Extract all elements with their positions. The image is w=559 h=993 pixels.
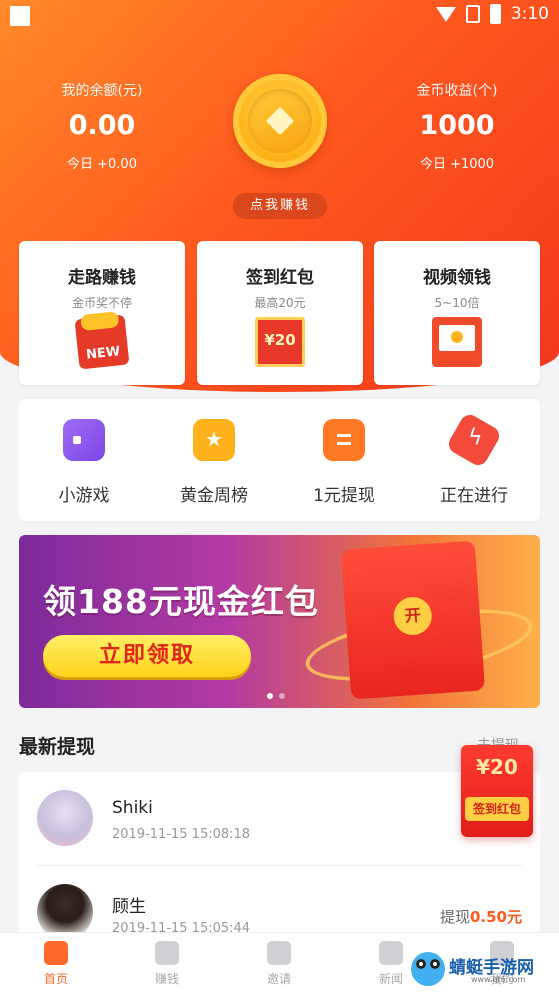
watermark-site: www.qt6.com bbox=[471, 975, 526, 984]
coin-income-today: 今日 +1000 bbox=[419, 157, 495, 172]
banner-headline: 领188元现金红包 bbox=[43, 582, 319, 621]
quick-links-panel: 小游戏 黄金周榜 1元提现 正在进行 bbox=[19, 399, 540, 521]
packet-label: 签到红包 bbox=[465, 797, 529, 821]
gold-coin-button[interactable] bbox=[233, 74, 327, 168]
dragonfly-logo-icon bbox=[411, 952, 445, 986]
user-name: Shiki bbox=[112, 798, 153, 818]
avatar bbox=[37, 790, 93, 846]
lightning-icon bbox=[445, 411, 503, 469]
carousel-indicator[interactable] bbox=[267, 693, 285, 699]
status-bar: 3:10 bbox=[0, 0, 559, 34]
notification-icon bbox=[10, 6, 30, 26]
quick-link-label: 正在进行 bbox=[440, 486, 508, 506]
floating-signin-red-packet[interactable]: ¥20 签到红包 bbox=[461, 745, 533, 837]
quick-link-games[interactable]: 小游戏 bbox=[29, 419, 139, 506]
task-title: 签到红包 bbox=[246, 268, 314, 288]
balance-block[interactable]: 我的余额(元) 0.00 今日 +0.00 bbox=[2, 80, 202, 172]
coin-icon bbox=[248, 89, 312, 153]
latest-withdrawals-title: 最新提现 bbox=[19, 736, 96, 758]
tab-home[interactable]: 首页 bbox=[26, 941, 86, 987]
tab-label: 首页 bbox=[43, 972, 68, 986]
packet-amount: ¥20 bbox=[476, 755, 518, 779]
home-icon bbox=[44, 941, 68, 965]
tab-label: 赚钱 bbox=[154, 972, 179, 986]
video-reward-icon bbox=[432, 317, 482, 367]
user-name: 顾生 bbox=[112, 897, 146, 917]
withdraw-time: 2019-11-15 15:08:18 bbox=[112, 827, 251, 842]
quick-link-in-progress[interactable]: 正在进行 bbox=[419, 411, 529, 506]
balance-value: 0.00 bbox=[68, 110, 136, 141]
quick-link-label: 1元提现 bbox=[313, 486, 375, 506]
medal-icon bbox=[193, 419, 235, 461]
tab-earn[interactable]: 赚钱 bbox=[137, 941, 197, 987]
task-subtitle: 最高20元 bbox=[254, 296, 306, 310]
task-title: 走路赚钱 bbox=[68, 268, 136, 288]
task-card-video[interactable]: 视频领钱 5~10倍 bbox=[374, 241, 540, 385]
status-time: 3:10 bbox=[510, 4, 549, 24]
quick-link-label: 小游戏 bbox=[58, 486, 110, 506]
earn-money-button[interactable]: 点我赚钱 bbox=[233, 193, 327, 219]
red-envelope-illustration: 开 bbox=[340, 540, 486, 700]
task-badge: ¥20 bbox=[264, 331, 296, 349]
task-subtitle: 5~10倍 bbox=[434, 296, 480, 310]
claim-now-button[interactable]: 立即领取 bbox=[43, 635, 251, 677]
diamond-icon bbox=[265, 106, 295, 136]
no-sim-icon bbox=[465, 5, 480, 23]
quick-link-weekly-ranking[interactable]: 黄金周榜 bbox=[159, 419, 269, 506]
invite-icon bbox=[267, 941, 291, 965]
list-item[interactable]: 顾生 2019-11-15 15:05:44 提现0.50元 bbox=[19, 866, 540, 942]
status-icons: 3:10 bbox=[435, 4, 549, 24]
promo-banner[interactable]: 开 领188元现金红包 立即领取 bbox=[19, 535, 540, 708]
coin-income-label: 金币收益(个) bbox=[416, 83, 498, 99]
task-title: 视频领钱 bbox=[423, 268, 491, 288]
quick-link-withdraw[interactable]: 1元提现 bbox=[289, 419, 399, 506]
balance-label: 我的余额(元) bbox=[61, 83, 143, 99]
carousel-dot[interactable] bbox=[279, 693, 285, 699]
tab-label: 邀请 bbox=[266, 972, 291, 986]
gamepad-icon bbox=[63, 419, 105, 461]
new-red-packet-icon: NEW bbox=[74, 311, 130, 370]
ticket-icon bbox=[323, 419, 365, 461]
red-envelope-icon: ¥20 bbox=[255, 317, 305, 367]
carousel-dot[interactable] bbox=[267, 693, 273, 699]
task-subtitle: 金币奖不停 bbox=[71, 296, 132, 310]
withdraw-amount: 提现0.50元 bbox=[439, 908, 522, 926]
coin-income-block[interactable]: 金币收益(个) 1000 今日 +1000 bbox=[357, 80, 557, 172]
banner-envelope-open: 开 bbox=[392, 595, 434, 637]
quick-link-label: 黄金周榜 bbox=[180, 486, 248, 506]
site-watermark: 蜻蜓手游网 www.qt6.com bbox=[411, 952, 557, 990]
task-badge: NEW bbox=[85, 344, 121, 363]
balance-today: 今日 +0.00 bbox=[67, 157, 137, 172]
news-icon bbox=[379, 941, 403, 965]
tab-invite[interactable]: 邀请 bbox=[249, 941, 309, 987]
wifi-icon bbox=[435, 6, 456, 22]
task-card-walk[interactable]: 走路赚钱 金币奖不停 NEW bbox=[19, 241, 185, 385]
battery-charging-icon bbox=[489, 4, 501, 24]
coin-income-value: 1000 bbox=[419, 110, 495, 141]
money-bag-icon bbox=[155, 941, 179, 965]
task-card-signin[interactable]: 签到红包 最高20元 ¥20 bbox=[197, 241, 363, 385]
